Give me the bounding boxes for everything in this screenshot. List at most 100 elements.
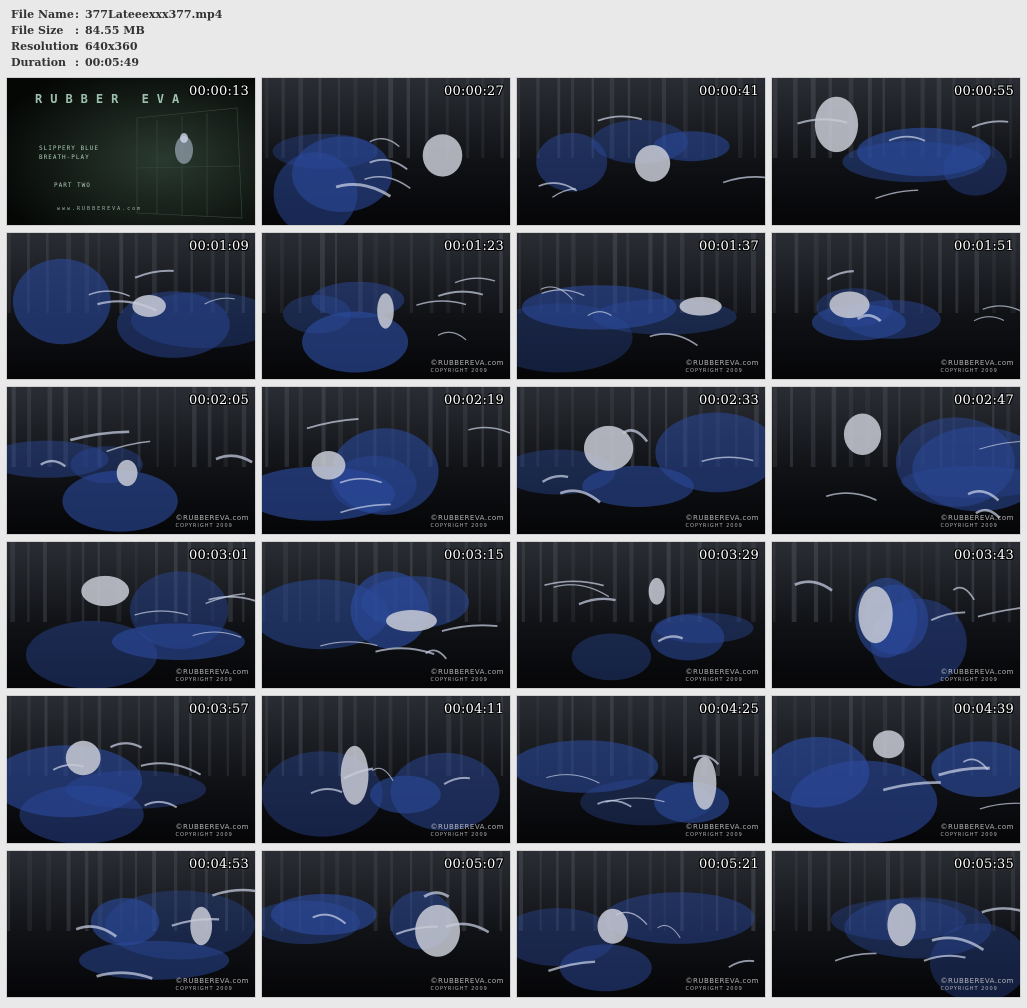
mask-shape — [635, 145, 671, 182]
thumbnail[interactable]: 00:01:09 — [6, 231, 256, 380]
curtain-fold — [156, 387, 159, 467]
resolution-label: Resolution — [11, 40, 78, 53]
watermark: ©RUBBEREVA.com COPYRIGHT 2009 — [941, 359, 1014, 375]
curtain-fold — [662, 696, 666, 776]
thumbnail[interactable]: 00:01:37 ©RUBBEREVA.com COPYRIGHT 2009 — [516, 231, 766, 380]
curtain-fold — [848, 541, 852, 622]
thumbnail-timestamp: 00:02:33 — [699, 393, 759, 408]
watermark-brand: ©RUBBEREVA.com — [685, 822, 759, 831]
latex-shape — [90, 897, 160, 946]
thumbnail[interactable]: 00:02:33 ©RUBBEREVA.com COPYRIGHT 2009 — [516, 386, 766, 535]
thumbnail-scene — [262, 696, 510, 843]
thumbnail-title-card[interactable]: RUBBER EVA SLIPPERY BLUE BREATH-PLAY PAR… — [6, 77, 256, 226]
curtain-fold — [882, 387, 888, 467]
thumbnail[interactable]: 00:03:01 ©RUBBEREVA.com COPYRIGHT 2009 — [6, 540, 256, 689]
curtain-fold — [901, 696, 905, 776]
mask-shape — [340, 745, 369, 805]
mask-shape — [386, 609, 437, 632]
curtain-fold — [388, 78, 394, 158]
thumbnail-timestamp: 00:01:37 — [699, 238, 759, 254]
title-card-part: PART TWO — [54, 182, 91, 189]
watermark-copyright: COPYRIGHT 2009 — [430, 831, 488, 838]
watermark-copyright: COPYRIGHT 2009 — [685, 368, 743, 374]
thumbnail[interactable]: 00:05:07 ©RUBBEREVA.com COPYRIGHT 2009 — [261, 849, 511, 998]
thumbnail[interactable]: 00:02:05 ©RUBBEREVA.com COPYRIGHT 2009 — [6, 386, 256, 535]
thumbnail[interactable]: 00:04:11 ©RUBBEREVA.com COPYRIGHT 2009 — [261, 695, 511, 844]
curtain-fold — [772, 541, 776, 622]
thumbnail-timestamp: 00:05:21 — [699, 856, 759, 872]
curtain-fold — [43, 541, 47, 622]
file-size-row: File Size : 84.55 MB — [11, 23, 222, 39]
thumbnail[interactable]: 00:03:15 ©RUBBEREVA.com COPYRIGHT 2009 — [261, 540, 511, 689]
watermark-copyright: COPYRIGHT 2009 — [940, 368, 998, 374]
curtain-fold — [173, 387, 177, 467]
mask-shape — [693, 756, 717, 810]
curtain-fold — [830, 541, 833, 622]
mask-shape — [829, 291, 870, 318]
thumbnail[interactable]: 00:04:39 ©RUBBEREVA.com COPYRIGHT 2009 — [771, 695, 1021, 844]
thumbnail-timestamp: 00:03:29 — [699, 547, 759, 563]
file-size-label: File Size — [11, 24, 64, 37]
thumbnail-scene — [772, 232, 1020, 380]
curtain-fold — [137, 387, 141, 467]
curtain-fold — [793, 78, 798, 158]
watermark-brand: ©RUBBEREVA.com — [175, 822, 249, 831]
latex-shape — [331, 428, 439, 515]
thumbnail-timestamp: 00:04:11 — [444, 702, 504, 717]
curtain-fold — [680, 541, 684, 622]
duration-row: Duration : 00:05:49 — [11, 55, 222, 71]
curtain-fold — [46, 850, 51, 931]
thumbnail[interactable]: 00:02:47 ©RUBBEREVA.com COPYRIGHT 2009 — [771, 386, 1021, 535]
watermark: ©RUBBEREVA.com COPYRIGHT 2009 — [941, 823, 1014, 839]
watermark-copyright: COPYRIGHT 2009 — [940, 986, 998, 992]
watermark-copyright: COPYRIGHT 2009 — [940, 522, 998, 529]
thumbnail[interactable]: 00:02:19 ©RUBBEREVA.com COPYRIGHT 2009 — [261, 386, 511, 535]
curtain-fold — [813, 232, 819, 313]
watermark-copyright: COPYRIGHT 2009 — [175, 522, 233, 529]
mask-shape — [584, 425, 634, 471]
thumbnail[interactable]: 00:03:29 ©RUBBEREVA.com COPYRIGHT 2009 — [516, 540, 766, 689]
watermark-brand: ©RUBBEREVA.com — [430, 668, 504, 676]
thumbnail-scene — [517, 387, 765, 534]
curtain-fold — [773, 850, 776, 931]
curtain-fold — [794, 232, 799, 313]
watermark: ©RUBBEREVA.com COPYRIGHT 2009 — [686, 668, 759, 684]
thumbnail[interactable]: 00:00:27 — [261, 77, 511, 226]
mask-shape — [65, 740, 101, 776]
latex-shape — [129, 570, 229, 649]
thumbnail[interactable]: 00:05:35 ©RUBBEREVA.com COPYRIGHT 2009 — [771, 849, 1021, 998]
resolution-value: 640x360 — [85, 40, 138, 53]
thumbnail[interactable]: 00:01:23 ©RUBBEREVA.com COPYRIGHT 2009 — [261, 231, 511, 380]
curtain-fold — [536, 78, 540, 158]
watermark-copyright: COPYRIGHT 2009 — [430, 986, 488, 992]
curtain-fold — [280, 232, 284, 313]
thumbnail[interactable]: 00:03:43 ©RUBBEREVA.com COPYRIGHT 2009 — [771, 540, 1021, 689]
file-size-value: 84.55 MB — [85, 24, 145, 37]
curtain-fold — [27, 850, 33, 931]
latex-shape — [19, 785, 144, 843]
latex-shape — [571, 633, 652, 680]
curtain-fold — [137, 696, 141, 776]
thumbnail[interactable]: 00:00:55 — [771, 77, 1021, 226]
title-card-line-2: BREATH-PLAY — [39, 154, 90, 161]
curtain-fold — [683, 696, 687, 776]
curtain-fold — [373, 696, 377, 776]
watermark: ©RUBBEREVA.com COPYRIGHT 2009 — [431, 977, 504, 993]
mask-shape — [814, 96, 859, 153]
watermark: ©RUBBEREVA.com COPYRIGHT 2009 — [941, 668, 1014, 684]
watermark-brand: ©RUBBEREVA.com — [940, 513, 1014, 522]
curtain-fold — [84, 850, 89, 931]
thumbnail[interactable]: 00:04:53 ©RUBBEREVA.com COPYRIGHT 2009 — [6, 849, 256, 998]
watermark-brand: ©RUBBEREVA.com — [175, 668, 249, 676]
thumbnail-scene — [7, 541, 255, 689]
watermark: ©RUBBEREVA.com COPYRIGHT 2009 — [176, 977, 249, 993]
thumbnail[interactable]: 00:03:57 ©RUBBEREVA.com COPYRIGHT 2009 — [6, 695, 256, 844]
thumbnail[interactable]: 00:04:25 ©RUBBEREVA.com COPYRIGHT 2009 — [516, 695, 766, 844]
curtain-fold — [409, 232, 413, 313]
thumbnail[interactable]: 00:05:21 ©RUBBEREVA.com COPYRIGHT 2009 — [516, 849, 766, 998]
thumbnail-scene — [772, 696, 1020, 843]
curtain-fold — [265, 387, 269, 467]
curtain-fold — [920, 696, 925, 776]
thumbnail[interactable]: 00:00:41 — [516, 77, 766, 226]
thumbnail[interactable]: 00:01:51 ©RUBBEREVA.com COPYRIGHT 2009 — [771, 231, 1021, 380]
